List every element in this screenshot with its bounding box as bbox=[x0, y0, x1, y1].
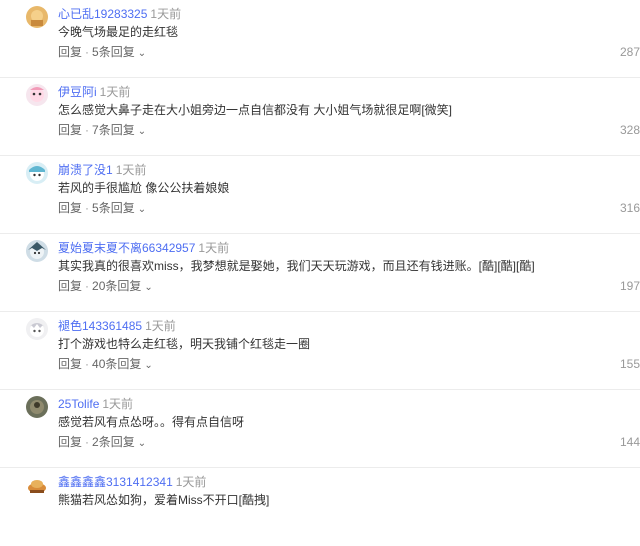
comment-text: 感觉若风有点怂呀。。得有点自信呀 bbox=[58, 415, 245, 429]
comment-list: 心已乱19283325 1天前 今晚气场最足的走红毯 回复 · 5条回复 ⌄ 287 伊… bbox=[0, 0, 640, 546]
view-replies-label: 2条回复 bbox=[92, 435, 135, 449]
avatar[interactable] bbox=[26, 240, 48, 262]
timestamp: 1天前 bbox=[99, 85, 131, 99]
username[interactable]: 褪色143361485 bbox=[58, 319, 142, 333]
username[interactable]: 伊豆阿i bbox=[58, 85, 97, 99]
username[interactable]: 夏始夏末夏不离66342957 bbox=[58, 241, 195, 255]
avatar[interactable] bbox=[26, 84, 48, 106]
comment-text: 怎么感觉大鼻子走在大小姐旁边一点自信都没有 大小姐气场就很足啊[微笑] bbox=[58, 103, 453, 117]
reply-button[interactable]: 回复 bbox=[58, 435, 82, 449]
like-count[interactable]: 197 bbox=[620, 278, 640, 294]
separator: · bbox=[85, 201, 90, 215]
username[interactable]: 崩溃了没1 bbox=[58, 163, 113, 177]
comment-text: 今晚气场最足的走红毯 bbox=[58, 25, 179, 39]
chevron-down-icon: ⌄ bbox=[137, 204, 147, 215]
view-replies-button[interactable]: 40条回复 ⌄ bbox=[92, 357, 153, 371]
username[interactable]: 鑫鑫鑫鑫3131412341 bbox=[58, 475, 173, 489]
chevron-down-icon: ⌄ bbox=[144, 360, 153, 371]
avatar[interactable] bbox=[26, 474, 48, 496]
view-replies-label: 7条回复 bbox=[92, 123, 135, 137]
avatar[interactable] bbox=[26, 162, 48, 184]
view-replies-button[interactable]: 7条回复 ⌄ bbox=[92, 123, 146, 137]
like-count[interactable]: 155 bbox=[620, 356, 640, 372]
avatar[interactable] bbox=[26, 318, 48, 340]
comment-item: 心已乱19283325 1天前 今晚气场最足的走红毯 回复 · 5条回复 ⌄ 287 bbox=[0, 0, 640, 78]
separator: · bbox=[85, 45, 90, 59]
comment-item: 夏始夏末夏不离66342957 1天前 其实我真的很喜欢miss，我梦想就是娶她，… bbox=[0, 234, 640, 312]
reply-button[interactable]: 回复 bbox=[58, 357, 82, 371]
view-replies-label: 20条回复 bbox=[92, 279, 142, 293]
view-replies-button[interactable]: 5条回复 ⌄ bbox=[92, 45, 146, 59]
avatar[interactable] bbox=[26, 396, 48, 418]
comment-item: 25Tolife 1天前 感觉若风有点怂呀。。得有点自信呀 回复 · 2条回复 ⌄ 14… bbox=[0, 390, 640, 468]
timestamp: 1天前 bbox=[175, 475, 207, 489]
reply-button[interactable]: 回复 bbox=[58, 123, 82, 137]
view-replies-button[interactable]: 20条回复 ⌄ bbox=[92, 279, 153, 293]
comment-item: 褪色143361485 1天前 打个游戏也特么走红毯，明天我铺个红毯走一圈 回复 ·… bbox=[0, 312, 640, 390]
timestamp: 1天前 bbox=[102, 397, 134, 411]
like-count[interactable]: 144 bbox=[620, 434, 640, 450]
separator: · bbox=[85, 279, 90, 293]
view-replies-label: 40条回复 bbox=[92, 357, 142, 371]
reply-button[interactable]: 回复 bbox=[58, 45, 82, 59]
separator: · bbox=[85, 123, 90, 137]
comment-item: 鑫鑫鑫鑫3131412341 1天前 熊猫若风怂如狗，爱着Miss不开口[酷拽] bbox=[0, 468, 640, 546]
comment-item: 伊豆阿i 1天前 怎么感觉大鼻子走在大小姐旁边一点自信都没有 大小姐气场就很足啊[… bbox=[0, 78, 640, 156]
separator: · bbox=[85, 435, 90, 449]
chevron-down-icon: ⌄ bbox=[144, 282, 153, 293]
avatar[interactable] bbox=[26, 6, 48, 28]
chevron-down-icon: ⌄ bbox=[137, 126, 147, 137]
like-count[interactable]: 328 bbox=[620, 122, 640, 138]
comment-item: 崩溃了没1 1天前 若风的手很尴尬 像公公扶着娘娘 回复 · 5条回复 ⌄ 316 bbox=[0, 156, 640, 234]
view-replies-label: 5条回复 bbox=[92, 201, 135, 215]
chevron-down-icon: ⌄ bbox=[137, 438, 147, 449]
chevron-down-icon: ⌄ bbox=[137, 48, 147, 59]
timestamp: 1天前 bbox=[145, 319, 176, 333]
reply-button[interactable]: 回复 bbox=[58, 279, 82, 293]
view-replies-button[interactable]: 2条回复 ⌄ bbox=[92, 435, 146, 449]
comment-text: 其实我真的很喜欢miss，我梦想就是娶她，我们天天玩游戏，而且还有钱进账。[酷]… bbox=[58, 259, 535, 273]
username[interactable]: 心已乱19283325 bbox=[58, 7, 147, 21]
username[interactable]: 25Tolife bbox=[58, 397, 99, 411]
timestamp: 1天前 bbox=[115, 163, 147, 177]
timestamp: 1天前 bbox=[150, 7, 182, 21]
timestamp: 1天前 bbox=[198, 241, 230, 255]
view-replies-button[interactable]: 5条回复 ⌄ bbox=[92, 201, 146, 215]
comment-text: 打个游戏也特么走红毯，明天我铺个红毯走一圈 bbox=[58, 337, 311, 351]
comment-text: 若风的手很尴尬 像公公扶着娘娘 bbox=[58, 181, 230, 195]
view-replies-label: 5条回复 bbox=[92, 45, 135, 59]
separator: · bbox=[85, 357, 90, 371]
comment-text: 熊猫若风怂如狗，爱着Miss不开口[酷拽] bbox=[58, 493, 270, 507]
like-count[interactable]: 287 bbox=[620, 44, 640, 60]
like-count[interactable]: 316 bbox=[620, 200, 640, 216]
reply-button[interactable]: 回复 bbox=[58, 201, 82, 215]
